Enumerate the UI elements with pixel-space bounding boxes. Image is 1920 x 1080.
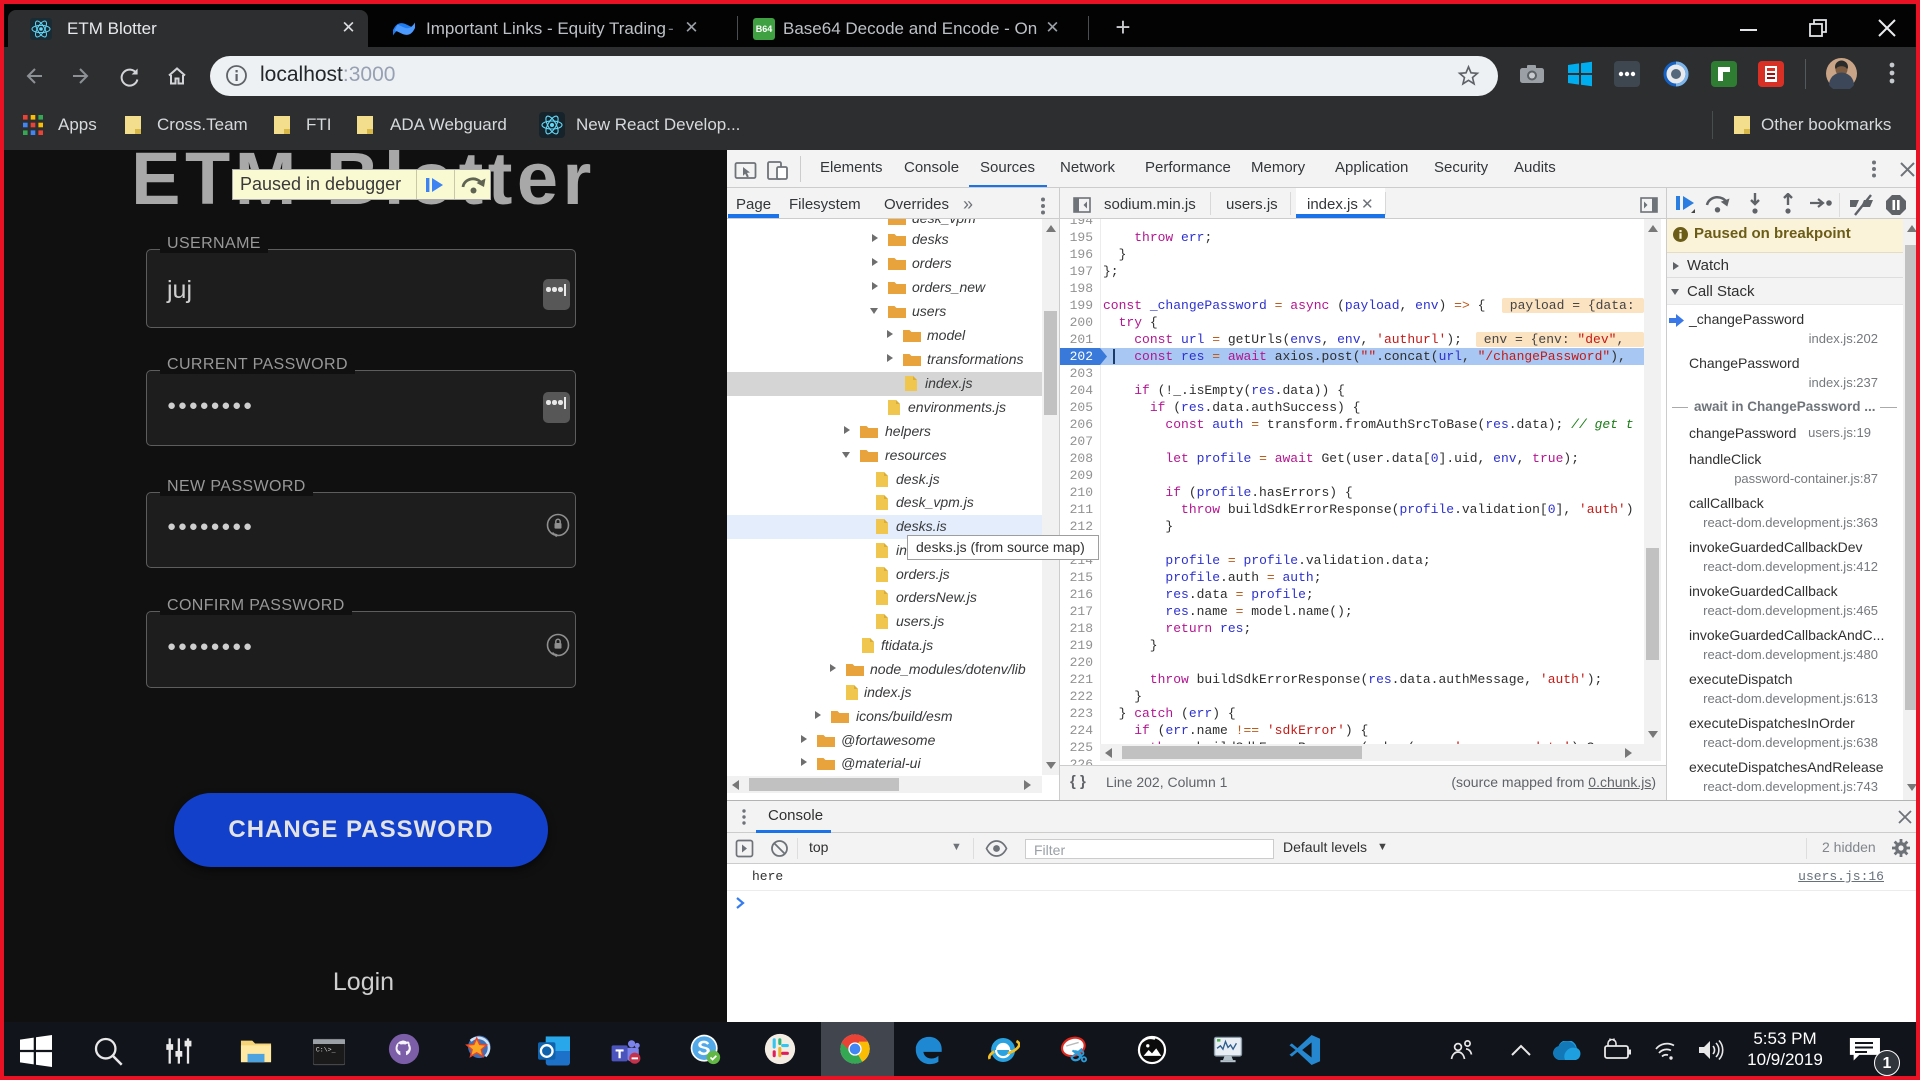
svg-text:C:\>_: C:\>_: [316, 1047, 336, 1054]
